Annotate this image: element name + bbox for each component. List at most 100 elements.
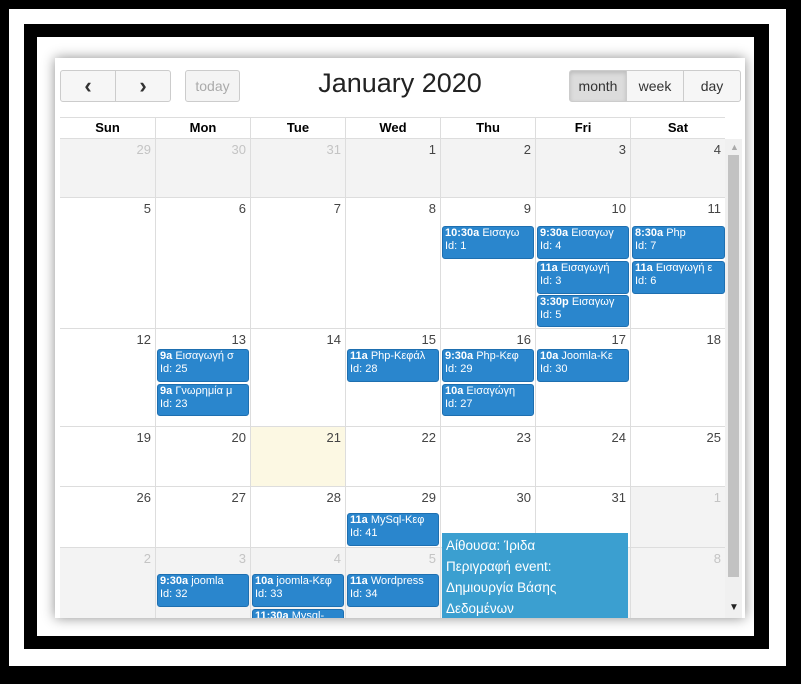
day-cell[interactable]: 31 xyxy=(250,139,345,197)
day-cell[interactable]: 9 10:30a Εισαγω Id: 1 xyxy=(440,198,535,328)
day-cell[interactable]: 3 9:30a joomla Id: 32 xyxy=(155,548,250,618)
event-title: Wordpress xyxy=(370,575,424,587)
event-title: joomla-Κεφ xyxy=(276,575,332,587)
day-number: 8 xyxy=(428,201,436,216)
day-cell[interactable]: 28 xyxy=(250,487,345,547)
scrollbar-thumb[interactable] xyxy=(728,155,739,577)
day-number: 1 xyxy=(428,142,436,157)
day-cell[interactable]: 30 xyxy=(155,139,250,197)
day-number: 23 xyxy=(516,430,531,445)
day-number: 21 xyxy=(326,430,341,445)
day-cell[interactable]: 7 xyxy=(250,198,345,328)
calendar-event[interactable]: 10a Εισαγώγη Id: 27 xyxy=(442,384,534,416)
event-title: Εισαγωγή ε xyxy=(655,262,713,274)
calendar-event[interactable]: 11a Εισαγωγή Id: 3 xyxy=(537,261,629,294)
calendar-event[interactable]: 9:30a Εισαγωγ Id: 4 xyxy=(537,226,629,259)
day-cell[interactable]: 27 xyxy=(155,487,250,547)
calendar-event[interactable]: 11:30a Mysql- xyxy=(252,609,344,618)
day-cell[interactable]: 25 xyxy=(630,427,725,486)
day-number: 2 xyxy=(143,551,151,566)
event-title: Εισαγω xyxy=(482,227,520,239)
calendar-event[interactable]: 3:30p Εισαγωγ Id: 5 xyxy=(537,295,629,327)
today-button[interactable]: today xyxy=(185,70,240,102)
day-cell[interactable]: 20 xyxy=(155,427,250,486)
day-cell[interactable]: 15 11a Php-Κεφάλ Id: 28 xyxy=(345,329,440,426)
day-header: Thu xyxy=(440,118,535,138)
calendar-event[interactable]: 9a Εισαγωγή σ Id: 25 xyxy=(157,349,249,382)
day-number: 12 xyxy=(136,332,151,347)
day-cell[interactable]: 17 10a Joomla-Κε Id: 30 xyxy=(535,329,630,426)
day-cell[interactable]: 2 xyxy=(60,548,155,618)
calendar-event[interactable]: 10a joomla-Κεφ Id: 33 xyxy=(252,574,344,607)
day-cell[interactable]: 22 xyxy=(345,427,440,486)
tooltip-description-line: Δεδομένων xyxy=(446,601,514,616)
day-cell[interactable]: 29 xyxy=(60,139,155,197)
event-time: 11a xyxy=(635,262,653,274)
calendar-event[interactable]: 9:30a Php-Κεφ Id: 29 xyxy=(442,349,534,382)
vertical-scrollbar[interactable]: ▲ ▼ xyxy=(725,139,742,618)
day-cell[interactable]: 8 xyxy=(630,548,725,618)
event-title: Εισαγωγ xyxy=(571,296,615,308)
day-cell[interactable]: 11 8:30a Php Id: 7 11a Εισαγωγή ε Id: 6 xyxy=(630,198,725,328)
day-number: 3 xyxy=(618,142,626,157)
day-cell[interactable]: 8 xyxy=(345,198,440,328)
day-number: 22 xyxy=(421,430,436,445)
day-cell[interactable]: 18 xyxy=(630,329,725,426)
event-id: Id: 23 xyxy=(160,398,188,410)
day-cell[interactable]: 4 xyxy=(630,139,725,197)
week-view-button[interactable]: week xyxy=(626,70,684,102)
day-number: 7 xyxy=(333,201,341,216)
day-cell[interactable]: 16 9:30a Php-Κεφ Id: 29 10a Εισαγώγη Id: 2… xyxy=(440,329,535,426)
week-row: 19 20 21 22 23 24 25 xyxy=(60,427,725,487)
day-number: 3 xyxy=(238,551,246,566)
day-cell[interactable]: 13 9a Εισαγωγή σ Id: 25 9a Γνωρημία μ Id: … xyxy=(155,329,250,426)
calendar-event[interactable]: 11a Εισαγωγή ε Id: 6 xyxy=(632,261,725,294)
calendar-event[interactable]: 8:30a Php Id: 7 xyxy=(632,226,725,259)
day-number: 20 xyxy=(231,430,246,445)
day-number: 31 xyxy=(611,490,626,505)
event-time: 8:30a xyxy=(635,227,664,239)
event-title: Γνωρημία μ xyxy=(175,385,233,397)
calendar-event[interactable]: 9a Γνωρημία μ Id: 23 xyxy=(157,384,249,416)
day-cell[interactable]: 5 xyxy=(60,198,155,328)
calendar-event[interactable]: 10:30a Εισαγω Id: 1 xyxy=(442,226,534,259)
day-cell[interactable]: 10 9:30a Εισαγωγ Id: 4 11a Εισαγωγή Id: 3 … xyxy=(535,198,630,328)
event-id: Id: 3 xyxy=(540,275,562,287)
day-cell[interactable]: 12 xyxy=(60,329,155,426)
day-cell[interactable]: 19 xyxy=(60,427,155,486)
day-header: Tue xyxy=(250,118,345,138)
day-cell[interactable]: 3 xyxy=(535,139,630,197)
calendar-event[interactable]: 10a Joomla-Κε Id: 30 xyxy=(537,349,629,382)
event-title: Εισαγωγή xyxy=(560,262,610,274)
day-cell[interactable]: 1 xyxy=(345,139,440,197)
day-cell[interactable]: 26 xyxy=(60,487,155,547)
event-title: Php-Κεφάλ xyxy=(370,350,426,362)
event-time: 10a xyxy=(540,350,559,362)
calendar-event[interactable]: 9:30a joomla Id: 32 xyxy=(157,574,249,607)
calendar-event[interactable]: 11a MySql-Κεφ Id: 41 xyxy=(347,513,439,546)
event-title: Php-Κεφ xyxy=(476,350,519,362)
day-cell[interactable]: 23 xyxy=(440,427,535,486)
day-cell[interactable]: 14 xyxy=(250,329,345,426)
day-cell[interactable]: 4 10a joomla-Κεφ Id: 33 11:30a Mysql- xyxy=(250,548,345,618)
day-cell-today[interactable]: 21 xyxy=(250,427,345,486)
day-cell[interactable]: 1 xyxy=(630,487,725,547)
event-title: Εισαγώγη xyxy=(466,385,516,397)
next-button[interactable]: › xyxy=(115,70,171,102)
day-number: 15 xyxy=(421,332,436,347)
prev-button[interactable]: ‹ xyxy=(60,70,116,102)
scroll-down-arrow-icon[interactable]: ▼ xyxy=(729,602,739,613)
day-cell[interactable]: 29 11a MySql-Κεφ Id: 41 xyxy=(345,487,440,547)
week-row: 29 30 31 1 2 3 4 xyxy=(60,139,725,198)
day-cell[interactable]: 2 xyxy=(440,139,535,197)
day-cell[interactable]: 6 xyxy=(155,198,250,328)
day-number: 5 xyxy=(428,551,436,566)
calendar-event[interactable]: 11a Php-Κεφάλ Id: 28 xyxy=(347,349,439,382)
day-cell[interactable]: 5 11a Wordpress Id: 34 xyxy=(345,548,440,618)
event-id: Id: 25 xyxy=(160,363,188,375)
scroll-up-arrow-icon[interactable]: ▲ xyxy=(730,142,739,152)
day-view-button[interactable]: day xyxy=(683,70,741,102)
month-view-button[interactable]: month xyxy=(569,70,627,102)
calendar-event[interactable]: 11a Wordpress Id: 34 xyxy=(347,574,439,607)
day-cell[interactable]: 24 xyxy=(535,427,630,486)
